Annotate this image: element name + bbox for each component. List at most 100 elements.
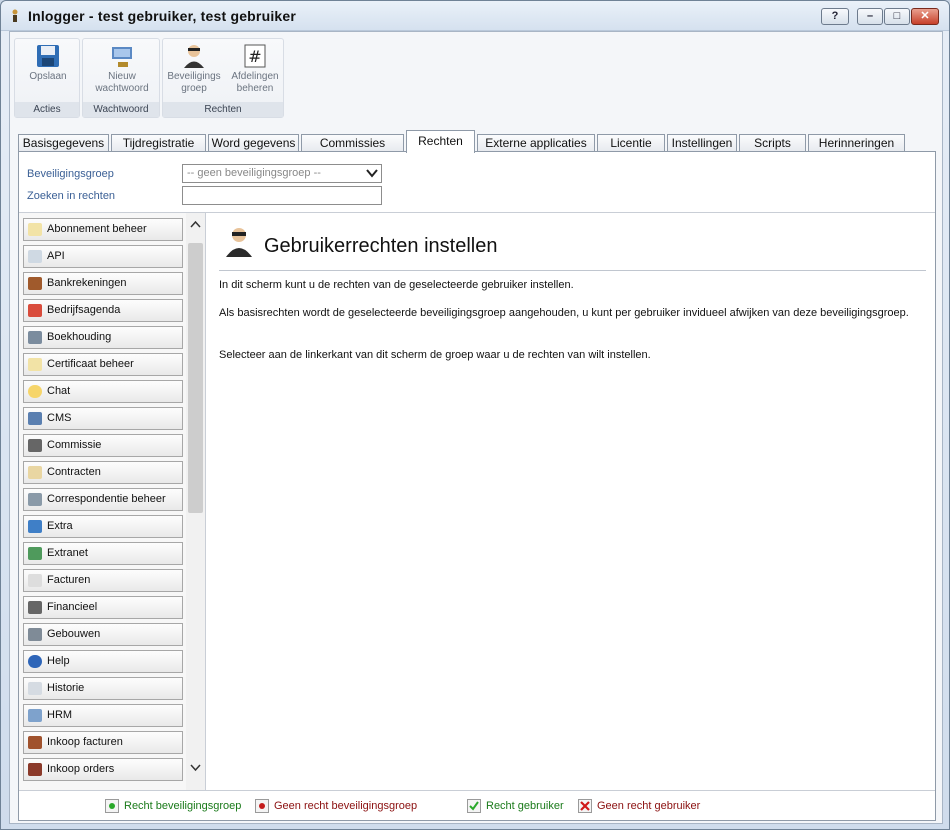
commission-icon bbox=[28, 439, 42, 452]
module-list-scrollbar[interactable] bbox=[186, 213, 205, 790]
save-icon bbox=[37, 45, 59, 67]
security-group-label-1: Beveiligings bbox=[167, 71, 221, 82]
legend-bar: Recht beveiligingsgroep Geen recht bevei… bbox=[19, 790, 935, 820]
legend-recht-groep: Recht beveiligingsgroep bbox=[105, 799, 241, 813]
security-group-button[interactable]: Beveiligings groep bbox=[162, 43, 226, 95]
list-item[interactable]: Bankrekeningen bbox=[23, 272, 183, 295]
new-password-button[interactable]: Nieuw wachtwoord bbox=[90, 43, 154, 95]
tab-rechten[interactable]: Rechten bbox=[406, 130, 475, 153]
list-item[interactable]: Historie bbox=[23, 677, 183, 700]
maximize-button[interactable]: □ bbox=[884, 8, 910, 25]
green-dot-icon bbox=[105, 799, 119, 813]
help-icon bbox=[28, 655, 42, 668]
ribbon-group-rechten: Beveiligings groep # Afdelingen beheren … bbox=[162, 38, 284, 118]
list-item[interactable]: Chat bbox=[23, 380, 183, 403]
list-item[interactable]: Certificaat beheer bbox=[23, 353, 183, 376]
rights-panel: Beveiligingsgroep -- geen beveiligingsgr… bbox=[18, 151, 936, 821]
list-item[interactable]: Boekhouding bbox=[23, 326, 183, 349]
search-rights-input[interactable] bbox=[182, 186, 382, 205]
title-divider bbox=[219, 270, 926, 271]
basis-text: Als basisrechten wordt de geselecteerde … bbox=[219, 307, 909, 319]
list-item[interactable]: Facturen bbox=[23, 569, 183, 592]
instruction-text: Selecteer aan de linkerkant van dit sche… bbox=[219, 349, 651, 361]
finance-icon bbox=[28, 601, 42, 614]
history-icon bbox=[28, 682, 42, 695]
close-button[interactable]: ✕ bbox=[911, 8, 939, 25]
group-label-acties: Acties bbox=[15, 102, 79, 117]
scrollbar-thumb[interactable] bbox=[188, 243, 203, 513]
tab-herinneringen[interactable]: Herinneringen bbox=[808, 134, 905, 152]
security-group-label-2: groep bbox=[181, 83, 207, 94]
tab-scripts[interactable]: Scripts bbox=[739, 134, 806, 152]
list-item[interactable]: CMS bbox=[23, 407, 183, 430]
list-item[interactable]: Gebouwen bbox=[23, 623, 183, 646]
save-label: Opslaan bbox=[29, 71, 67, 82]
departments-label-2: beheren bbox=[236, 83, 274, 94]
tab-strip: Basisgegevens Tijdregistratie Word gegev… bbox=[18, 130, 936, 153]
list-item[interactable]: Help bbox=[23, 650, 183, 673]
scroll-up-icon[interactable] bbox=[189, 218, 202, 231]
security-group-icon bbox=[184, 45, 204, 68]
legend-recht-gebruiker: Recht gebruiker bbox=[467, 799, 564, 813]
manage-departments-button[interactable]: # Afdelingen beheren bbox=[223, 43, 287, 95]
security-group-select-value: -- geen beveiligingsgroep -- bbox=[187, 167, 321, 179]
list-item[interactable]: Bedrijfsagenda bbox=[23, 299, 183, 322]
save-button[interactable]: Opslaan bbox=[16, 43, 80, 83]
tab-commissies[interactable]: Commissies bbox=[301, 134, 404, 152]
list-item[interactable]: HRM bbox=[23, 704, 183, 727]
contract-icon bbox=[28, 466, 42, 479]
calendar-icon bbox=[28, 304, 42, 317]
list-item[interactable]: Extranet bbox=[23, 542, 183, 565]
new-password-label-2: wachtwoord bbox=[95, 83, 149, 94]
list-item[interactable]: Commissie bbox=[23, 434, 183, 457]
cross-icon bbox=[578, 799, 592, 813]
scroll-down-icon[interactable] bbox=[189, 761, 202, 774]
purchase-order-icon bbox=[28, 763, 42, 776]
minimize-button[interactable]: – bbox=[857, 8, 883, 25]
title-bar: Inlogger - test gebruiker, test gebruike… bbox=[1, 1, 949, 31]
tab-tijdregistratie[interactable]: Tijdregistratie bbox=[111, 134, 206, 152]
module-list: Abonnement beheer API Bankrekeningen Bed… bbox=[19, 213, 206, 790]
hash-icon: # bbox=[244, 44, 266, 68]
list-item[interactable]: Contracten bbox=[23, 461, 183, 484]
chevron-down-icon bbox=[366, 169, 378, 178]
external-link-icon bbox=[28, 520, 42, 533]
app-person-icon bbox=[12, 9, 18, 22]
list-item[interactable]: Inkoop facturen bbox=[23, 731, 183, 754]
chart-icon bbox=[28, 331, 42, 344]
tab-licentie[interactable]: Licentie bbox=[597, 134, 665, 152]
extranet-icon bbox=[28, 547, 42, 560]
list-item[interactable]: Correspondentie beheer bbox=[23, 488, 183, 511]
list-item[interactable]: API bbox=[23, 245, 183, 268]
window-title: Inlogger - test gebruiker, test gebruike… bbox=[28, 8, 297, 24]
chat-icon bbox=[28, 385, 42, 398]
purchase-invoice-icon bbox=[28, 736, 42, 749]
legend-geen-recht-gebruiker: Geen recht gebruiker bbox=[578, 799, 700, 813]
tab-externe-applicaties[interactable]: Externe applicaties bbox=[477, 134, 595, 152]
departments-label-1: Afdelingen bbox=[231, 71, 279, 82]
tab-instellingen[interactable]: Instellingen bbox=[667, 134, 737, 152]
search-rights-label: Zoeken in rechten bbox=[27, 190, 116, 202]
bank-icon bbox=[28, 277, 42, 290]
invoice-icon bbox=[28, 574, 42, 587]
list-item[interactable]: Financieel bbox=[23, 596, 183, 619]
group-label-rechten: Rechten bbox=[163, 102, 283, 117]
app-window: Inlogger - test gebruiker, test gebruike… bbox=[0, 0, 950, 830]
security-group-select[interactable]: -- geen beveiligingsgroep -- bbox=[182, 164, 382, 183]
rights-content: Gebruikerrechten instellen In dit scherm… bbox=[214, 213, 926, 790]
page-title: Gebruikerrechten instellen bbox=[264, 235, 498, 257]
list-item[interactable]: Abonnement beheer bbox=[23, 218, 183, 241]
group-label-wachtwoord: Wachtwoord bbox=[83, 102, 159, 117]
help-button[interactable]: ? bbox=[821, 8, 849, 25]
svg-text:#: # bbox=[248, 47, 261, 66]
list-item[interactable]: Extra bbox=[23, 515, 183, 538]
tab-word-gegevens[interactable]: Word gegevens bbox=[208, 134, 299, 152]
list-item[interactable]: Inkoop orders bbox=[23, 758, 183, 781]
certificate-icon bbox=[28, 358, 42, 371]
checkmark-icon bbox=[467, 799, 481, 813]
api-icon bbox=[28, 250, 42, 263]
new-password-label-1: Nieuw bbox=[108, 71, 136, 82]
legend-geen-recht-groep: Geen recht beveiligingsgroep bbox=[255, 799, 417, 813]
ribbon: Opslaan Acties Nieuw wachtwoord Wachtwoo… bbox=[10, 32, 942, 120]
tab-basisgegevens[interactable]: Basisgegevens bbox=[18, 134, 109, 152]
